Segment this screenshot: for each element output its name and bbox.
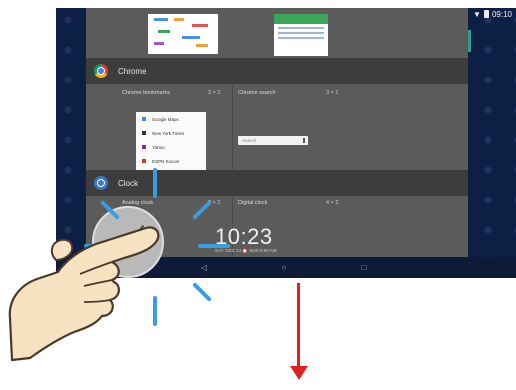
bookmark-item[interactable]: Google Maps [142, 114, 179, 124]
calendar-event-bar [192, 24, 208, 27]
clock-icon [94, 176, 108, 190]
calendar-event-bar [158, 30, 170, 33]
bookmark-item[interactable]: Yahoo [142, 142, 165, 152]
widget-size: 3 × 1 [326, 90, 339, 96]
calendar-widget-preview[interactable] [148, 14, 218, 54]
espn-icon [142, 159, 146, 163]
bookmark-label: Yahoo [152, 144, 165, 150]
nyt-icon [142, 131, 146, 135]
drag-arrow-down-icon [290, 366, 308, 380]
widget-label-digital-clock: Digital clock [238, 200, 268, 206]
status-bar: ▼ 09:10 [473, 8, 512, 20]
status-time: 09:10 [491, 9, 512, 19]
calendar-event-bar [174, 18, 184, 21]
mail-line [278, 27, 324, 29]
maps-icon [142, 117, 146, 121]
mail-widget-header [274, 14, 328, 24]
yahoo-icon [142, 145, 146, 149]
widget-label-chrome-bookmarks: Chrome bookmarks [122, 90, 170, 96]
search-placeholder: Search [242, 138, 257, 143]
bookmark-label: ESPN Soccer [152, 158, 180, 164]
chrome-search-widget[interactable]: Search [238, 136, 308, 145]
widget-divider [232, 84, 233, 180]
bookmark-label: New York Times [152, 130, 185, 136]
mail-widget-preview[interactable] [274, 14, 328, 56]
recents-square-icon[interactable]: □ [358, 261, 370, 273]
calendar-event-bar [196, 44, 208, 47]
widget-size: 2 × 2 [208, 90, 221, 96]
pointing-hand-icon [8, 226, 160, 362]
bookmark-item[interactable]: ESPN Soccer [142, 156, 180, 166]
section-title: Clock [118, 178, 139, 188]
mail-line [278, 32, 324, 34]
widget-size: 4 × 2 [326, 200, 339, 206]
home-circle-icon[interactable]: ○ [278, 261, 290, 273]
section-header-clock: Clock [86, 170, 468, 196]
bookmark-item[interactable]: New York Times [142, 128, 184, 138]
scroll-indicator[interactable] [468, 30, 471, 52]
calendar-event-bar [154, 42, 164, 45]
section-title: Chrome [118, 66, 147, 76]
widget-label-chrome-search: Chrome search [238, 90, 276, 96]
mic-icon [303, 138, 305, 143]
wifi-icon: ▼ [473, 9, 481, 19]
digital-clock-date: SAT, DEC 14 ⏰ SUN 9:00 AM [215, 248, 277, 253]
calendar-event-bar [182, 36, 200, 39]
battery-icon [483, 10, 489, 18]
drag-arrow-shaft [297, 283, 300, 369]
section-header-chrome: Chrome [86, 58, 468, 84]
chrome-bookmarks-widget[interactable]: Google Maps New York Times Yahoo ESPN So… [136, 112, 206, 178]
tap-ripple-line [198, 244, 230, 248]
tap-ripple-line [153, 168, 157, 198]
mail-line [278, 37, 324, 39]
thumb [50, 238, 74, 262]
bookmark-label: Google Maps [152, 116, 179, 122]
calendar-event-bar [154, 18, 168, 21]
chrome-icon [94, 64, 108, 78]
